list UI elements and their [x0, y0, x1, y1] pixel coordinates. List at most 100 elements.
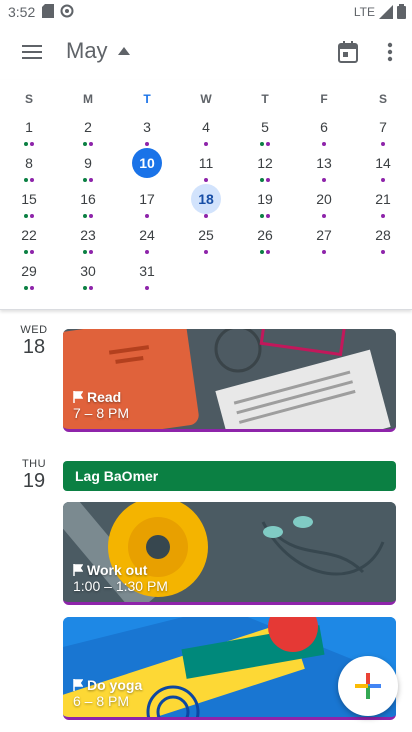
calendar-day-number: 29 — [21, 263, 37, 279]
event-dot — [204, 214, 208, 218]
event-dot — [204, 178, 208, 182]
calendar-day[interactable]: 8 — [9, 148, 49, 184]
event-time: 6 – 8 PM — [73, 693, 130, 709]
calendar-day[interactable]: 26 — [245, 220, 285, 256]
sync-icon — [60, 4, 74, 18]
calendar-day[interactable]: 19 — [245, 184, 285, 220]
event-dot — [83, 286, 87, 290]
menu-button[interactable] — [14, 34, 50, 70]
calendar-day-number: 17 — [139, 191, 155, 207]
calendar-day[interactable]: 2 — [68, 112, 108, 148]
calendar-day[interactable]: 20 — [304, 184, 344, 220]
calendar-today-icon — [338, 41, 358, 63]
event-card-work-out[interactable]: Work out 1:00 – 1:30 PM — [63, 502, 396, 605]
calendar-day-number: 18 — [191, 184, 221, 214]
event-dot — [83, 178, 87, 182]
month-picker[interactable]: May — [66, 38, 130, 64]
event-dot — [24, 214, 28, 218]
agenda-day-number: 19 — [22, 470, 46, 492]
calendar-day[interactable]: 15 — [9, 184, 49, 220]
calendar-day[interactable]: 27 — [304, 220, 344, 256]
event-indicator-dots — [186, 214, 226, 219]
agenda-weekday: THU — [21, 458, 47, 470]
event-dot — [381, 250, 385, 254]
calendar-day[interactable]: 1 — [9, 112, 49, 148]
agenda-date-wed[interactable]: WED 18 — [14, 324, 54, 359]
calendar-day[interactable]: 5 — [245, 112, 285, 148]
jump-to-today-button[interactable] — [330, 34, 366, 70]
agenda-day-number: 18 — [22, 336, 46, 358]
event-indicator-dots — [186, 178, 226, 183]
event-indicator-dots — [186, 142, 226, 147]
weekday-label: S — [24, 92, 33, 106]
app-bar: May — [0, 24, 412, 80]
calendar-day[interactable]: 9 — [68, 148, 108, 184]
event-indicator-dots — [68, 142, 108, 147]
calendar-day[interactable]: 4 — [186, 112, 226, 148]
calendar-day[interactable]: 29 — [9, 256, 49, 292]
event-dot — [89, 250, 93, 254]
caret-up-icon — [117, 47, 130, 55]
calendar-day[interactable]: 21 — [363, 184, 403, 220]
calendar-day[interactable]: 6 — [304, 112, 344, 148]
calendar-day[interactable]: 17 — [127, 184, 167, 220]
calendar-day[interactable]: 25 — [186, 220, 226, 256]
calendar-day[interactable]: 11 — [186, 148, 226, 184]
calendar-day-number: 11 — [198, 155, 214, 171]
weekday-header: S M T W T F S — [0, 92, 412, 108]
hamburger-icon — [22, 45, 42, 59]
calendar-day[interactable]: 31 — [127, 256, 167, 292]
event-dot — [89, 178, 93, 182]
holiday-event-lag-baomer[interactable]: Lag BaOmer — [63, 461, 396, 491]
weekday-label: T — [143, 92, 151, 106]
calendar-day-number: 4 — [202, 119, 210, 135]
event-indicator-dots — [186, 250, 226, 255]
weekday-label: F — [320, 92, 328, 106]
event-dot — [30, 250, 34, 254]
event-dot — [145, 214, 149, 218]
calendar-day-number: 21 — [375, 191, 391, 207]
calendar-day-number: 1 — [25, 119, 33, 135]
event-dot — [260, 250, 264, 254]
event-title: Work out — [87, 562, 148, 578]
calendar-day[interactable]: 18 — [186, 184, 226, 220]
event-indicator-dots — [9, 142, 49, 147]
calendar-day[interactable]: 30 — [68, 256, 108, 292]
event-card-read[interactable]: Read 7 – 8 PM — [63, 329, 396, 432]
event-dot — [30, 178, 34, 182]
event-dot — [30, 142, 34, 146]
event-dot — [260, 178, 264, 182]
calendar-day[interactable]: 13 — [304, 148, 344, 184]
event-dot — [83, 250, 87, 254]
plus-icon — [355, 673, 381, 699]
calendar-day[interactable]: 12 — [245, 148, 285, 184]
weekday-label: T — [261, 92, 269, 106]
event-indicator-dots — [68, 214, 108, 219]
calendar-day-number: 7 — [379, 119, 387, 135]
month-label: May — [66, 38, 108, 63]
event-dot — [266, 214, 270, 218]
event-indicator-dots — [304, 178, 344, 183]
event-time: 1:00 – 1:30 PM — [73, 578, 168, 594]
agenda-date-thu[interactable]: THU 19 — [14, 458, 54, 493]
create-event-button[interactable] — [338, 656, 398, 716]
overflow-menu-button[interactable] — [372, 34, 408, 70]
calendar-day[interactable]: 28 — [363, 220, 403, 256]
calendar-day[interactable]: 24 — [127, 220, 167, 256]
calendar-day[interactable]: 3 — [127, 112, 167, 148]
calendar-day-number: 23 — [80, 227, 96, 243]
event-dot — [24, 142, 28, 146]
calendar-day[interactable]: 23 — [68, 220, 108, 256]
calendar-day[interactable]: 14 — [363, 148, 403, 184]
calendar-day[interactable]: 10 — [127, 148, 167, 184]
flag-icon — [73, 679, 83, 691]
calendar-day[interactable]: 16 — [68, 184, 108, 220]
event-indicator-dots — [304, 250, 344, 255]
calendar-day[interactable]: 7 — [363, 112, 403, 148]
event-indicator-dots — [9, 214, 49, 219]
event-dot — [322, 250, 326, 254]
event-indicator-dots — [245, 142, 285, 147]
event-indicator-dots — [9, 178, 49, 183]
event-dot — [89, 286, 93, 290]
calendar-day[interactable]: 22 — [9, 220, 49, 256]
